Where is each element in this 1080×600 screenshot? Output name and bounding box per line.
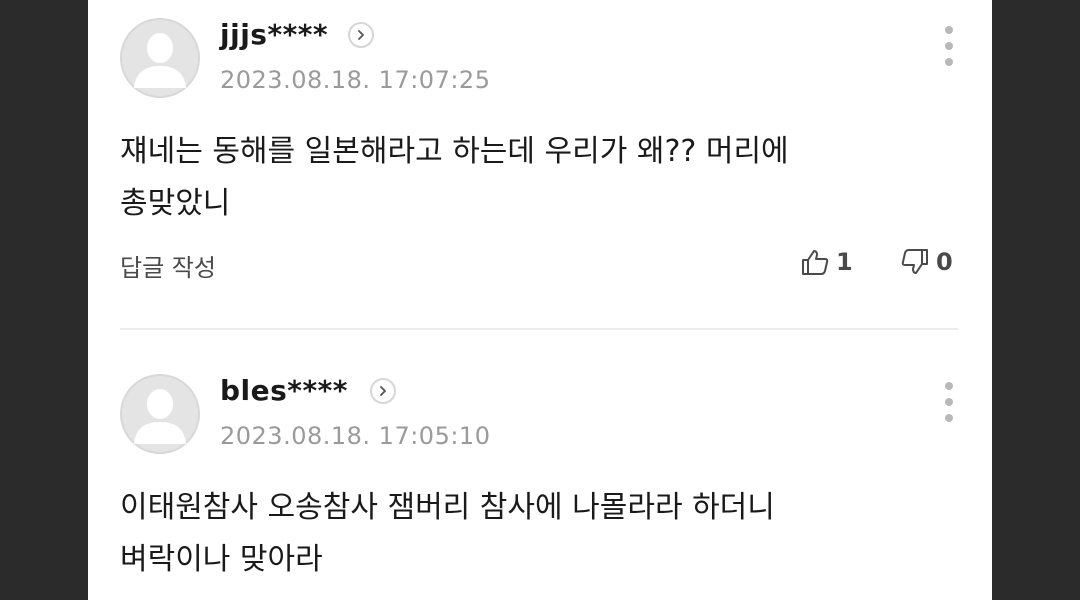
profile-avatar-icon: [120, 18, 200, 98]
like-button[interactable]: 1: [800, 248, 853, 276]
left-dark-margin: [0, 0, 88, 600]
screenshot-stage: jjjs**** 2023.08.18. 17:07:25 쟤네는 동해를 일본…: [0, 0, 1080, 600]
comment-timestamp: 2023.08.18. 17:05:10: [220, 422, 491, 450]
more-options-button[interactable]: [942, 382, 956, 422]
username[interactable]: jjjs****: [220, 18, 328, 51]
chevron-right-icon: [358, 30, 364, 40]
comment-list: jjjs**** 2023.08.18. 17:07:25 쟤네는 동해를 일본…: [88, 0, 992, 600]
reply-button[interactable]: 답글 작성: [120, 248, 216, 283]
profile-link-button[interactable]: [348, 22, 374, 48]
comment-item: jjjs**** 2023.08.18. 17:07:25 쟤네는 동해를 일본…: [88, 0, 992, 330]
more-vertical-icon: [945, 26, 953, 34]
more-vertical-icon: [945, 382, 953, 390]
dislike-count: 0: [936, 248, 953, 276]
chevron-right-icon: [380, 386, 386, 396]
profile-avatar-icon: [120, 374, 200, 454]
comment-text: 이태원참사 오송참사 잼버리 참사에 나몰라라 하더니 벼락이나 맞아라: [120, 490, 775, 577]
avatar[interactable]: [120, 374, 200, 454]
comment-item: bles**** 2023.08.18. 17:05:10 이태원참사 오송참사…: [88, 356, 992, 600]
dislike-button[interactable]: 0: [900, 248, 953, 276]
like-count: 1: [836, 248, 853, 276]
profile-link-button[interactable]: [370, 378, 396, 404]
right-dark-margin: [992, 0, 1080, 600]
comment-text: 쟤네는 동해를 일본해라고 하는데 우리가 왜?? 머리에 총맞았니: [120, 134, 789, 221]
thumbs-down-icon: [901, 249, 928, 274]
more-options-button[interactable]: [942, 26, 956, 66]
thumbs-up-icon: [802, 250, 829, 275]
comment-timestamp: 2023.08.18. 17:07:25: [220, 66, 491, 94]
username[interactable]: bles****: [220, 374, 348, 407]
comment-divider: [120, 328, 958, 330]
avatar[interactable]: [120, 18, 200, 98]
